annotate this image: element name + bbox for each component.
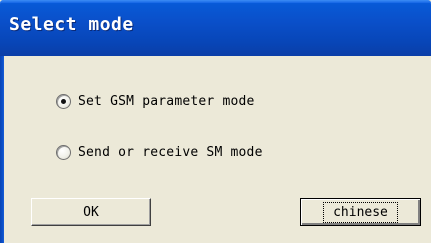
ok-button[interactable]: OK	[31, 198, 151, 226]
select-mode-dialog: Select mode Set GSM parameter mode Send …	[0, 0, 431, 243]
chinese-button[interactable]: chinese	[300, 198, 421, 226]
radio-label-set-gsm: Set GSM parameter mode	[78, 94, 255, 109]
radio-button-selected-icon[interactable]	[56, 94, 71, 109]
radio-option-send-or-receive-sm-mode[interactable]: Send or receive SM mode	[56, 145, 263, 160]
title-bar[interactable]: Select mode	[0, 0, 431, 56]
ok-button-label: OK	[83, 204, 99, 220]
window-title: Select mode	[9, 14, 134, 35]
radio-label-send-receive-sm: Send or receive SM mode	[78, 145, 263, 160]
radio-option-set-gsm-parameter-mode[interactable]: Set GSM parameter mode	[56, 94, 255, 109]
chinese-button-label: chinese	[323, 201, 398, 223]
radio-button-unselected-icon[interactable]	[56, 145, 71, 160]
radio-dot-icon	[61, 99, 66, 104]
